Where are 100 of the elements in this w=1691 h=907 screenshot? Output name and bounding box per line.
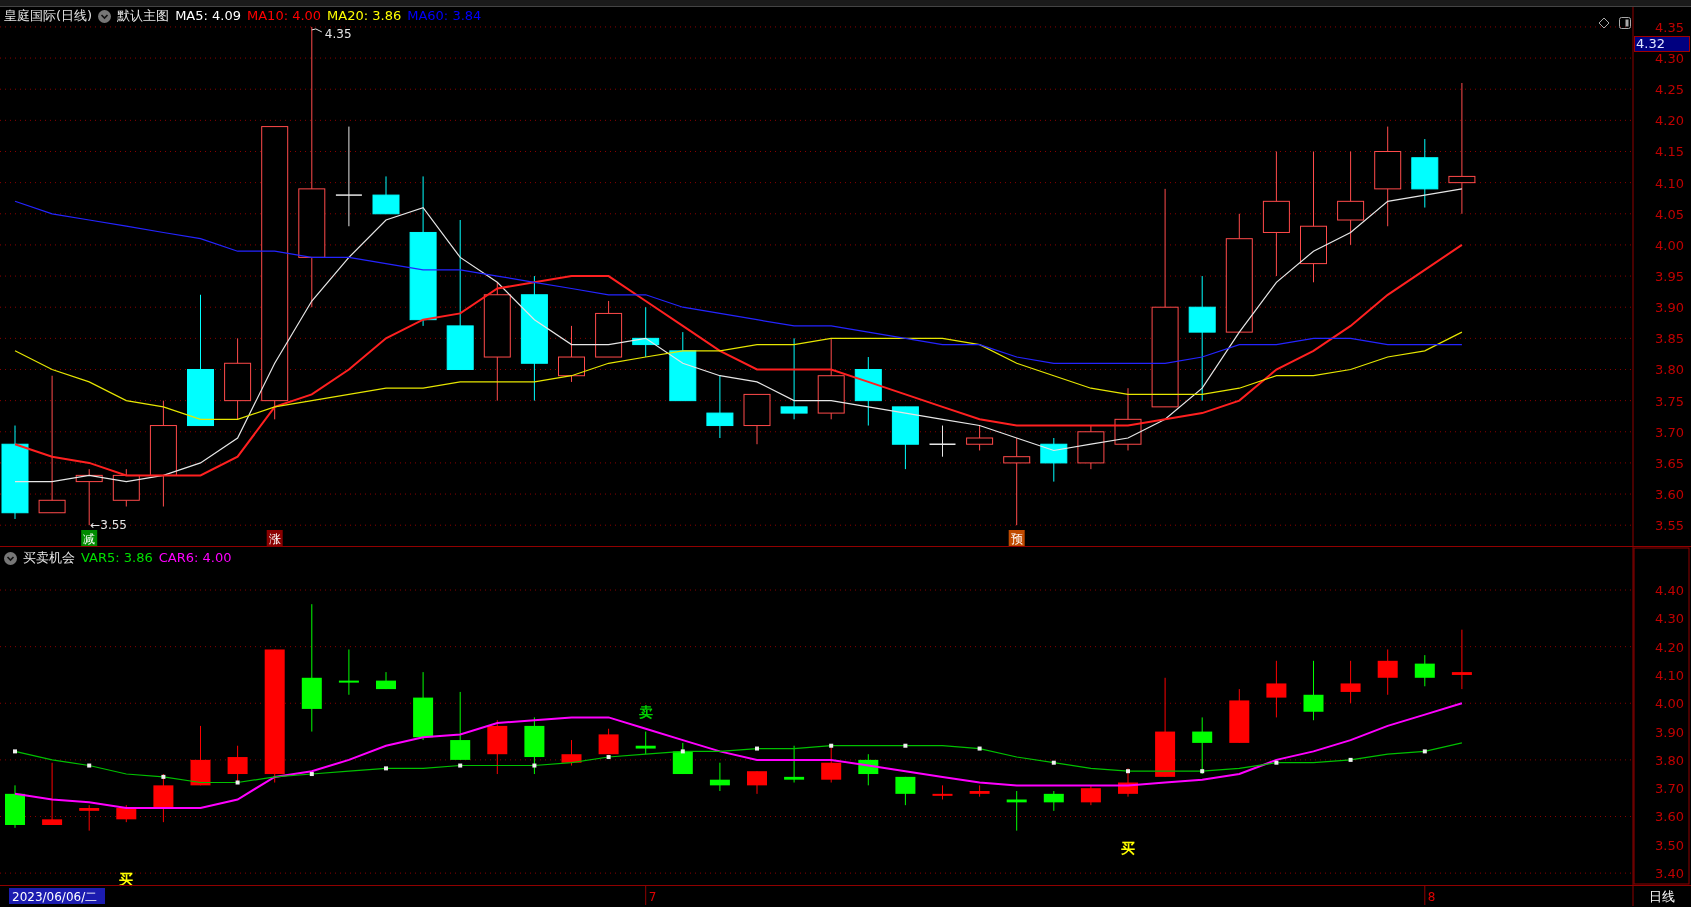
axis-label: 3.75 xyxy=(1655,393,1684,409)
indicator-bar xyxy=(1192,716,1213,775)
axis-label: 4.40 xyxy=(1655,583,1684,599)
indicator-bar xyxy=(747,770,767,795)
indicator-bar xyxy=(598,728,619,755)
candlestick xyxy=(743,393,771,445)
indicator-bar xyxy=(821,745,842,783)
date-label: 2023/06/06/二 xyxy=(9,888,105,904)
candlestick xyxy=(891,406,919,470)
axis-label: 4.05 xyxy=(1655,206,1684,222)
axis-label: 3.60 xyxy=(1655,809,1684,825)
signal-label: 卖 xyxy=(638,703,653,720)
axis-label: 3.70 xyxy=(1655,424,1684,440)
axis-label: 3.60 xyxy=(1655,487,1684,503)
axis-label: 8 xyxy=(1427,890,1436,904)
axis-label: 4.15 xyxy=(1655,144,1684,160)
indicator-bar xyxy=(784,745,805,783)
indicator-bar xyxy=(1043,790,1064,812)
indicator-bar xyxy=(1303,660,1324,721)
axis-label: 4.35 xyxy=(1655,19,1684,35)
axis-label: 4.10 xyxy=(1655,667,1684,683)
candlestick xyxy=(558,325,585,383)
candlestick xyxy=(632,306,660,358)
candlestick xyxy=(112,468,140,507)
indicator-bar xyxy=(487,719,508,775)
price-label: ←3.55 xyxy=(90,518,127,533)
axis-label: 3.85 xyxy=(1655,331,1684,347)
indicator-bar xyxy=(116,804,137,823)
axis-label: 3.55 xyxy=(1655,518,1684,534)
dropdown-icon[interactable] xyxy=(4,551,17,565)
indicator-bar xyxy=(635,731,656,755)
candlestick xyxy=(966,425,994,451)
indicator-bar xyxy=(1451,629,1472,690)
signal-badge: 涨 xyxy=(266,530,283,546)
template-label[interactable]: 默认主图 xyxy=(117,8,170,24)
signal-badge: 减 xyxy=(81,530,98,546)
indicator-bar xyxy=(709,762,730,792)
axis-label: 3.65 xyxy=(1655,455,1684,471)
axis-label: 4.10 xyxy=(1655,175,1684,191)
indicator-bar xyxy=(413,671,434,741)
axis-label: 3.80 xyxy=(1655,752,1684,768)
indicator-value: VAR5: 3.86 xyxy=(81,550,153,566)
indicator-bar xyxy=(895,776,916,806)
indicator-value: MA5: 4.09 xyxy=(175,8,241,24)
signal-label: 买 xyxy=(1121,839,1135,856)
indicator-value: MA60: 3.84 xyxy=(407,8,482,24)
indicator-bar xyxy=(450,691,471,761)
candlestick xyxy=(669,331,697,402)
axis-label: 4.20 xyxy=(1655,113,1684,129)
axis-label: 4.20 xyxy=(1655,639,1684,655)
axis-label: 3.70 xyxy=(1655,781,1684,797)
axis-label: 4.30 xyxy=(1655,51,1684,67)
axis-label: 4.25 xyxy=(1655,82,1684,98)
candlestick xyxy=(706,375,734,439)
indicator-value: MA20: 3.86 xyxy=(327,8,402,24)
panel-toggle-icon[interactable] xyxy=(1619,17,1631,29)
axis-label: 3.90 xyxy=(1655,724,1684,740)
diamond-icon[interactable] xyxy=(1598,17,1610,29)
indicator-bar xyxy=(969,784,990,798)
indicator-bar xyxy=(338,649,359,696)
indicator-bar xyxy=(1080,784,1101,806)
period-label[interactable]: 日线 xyxy=(1649,889,1675,904)
indicator-bar xyxy=(1340,660,1361,704)
indicator-bar xyxy=(1229,688,1250,744)
indicator-bar xyxy=(1414,654,1435,687)
indicator-bar xyxy=(858,753,879,786)
indicator-bar xyxy=(932,784,953,800)
price-tag: 4.32 xyxy=(1634,36,1690,52)
axis-label: 3.80 xyxy=(1655,362,1684,378)
axis-label: 3.40 xyxy=(1655,866,1684,882)
indicator-bar xyxy=(672,742,693,775)
candlestick xyxy=(1114,387,1142,451)
candlestick xyxy=(928,425,957,458)
axis-label: 3.50 xyxy=(1655,837,1684,853)
axis-label: 4.00 xyxy=(1655,696,1684,712)
flag-icon xyxy=(311,28,323,33)
candlestick xyxy=(372,175,400,215)
candlestick xyxy=(854,356,882,427)
indicator-bar xyxy=(227,745,248,783)
indicator-bar xyxy=(153,773,174,823)
signal-label: 买 xyxy=(119,870,134,887)
indicator-bar xyxy=(524,716,545,775)
indicator-bar xyxy=(1266,660,1287,718)
price-label: 4.35 xyxy=(324,26,352,41)
indicator-bar xyxy=(1006,790,1027,832)
indicator-value: CAR6: 4.00 xyxy=(158,550,232,566)
dropdown-icon[interactable] xyxy=(98,9,112,23)
indicator-value: MA10: 4.00 xyxy=(247,8,322,24)
indicator-bar xyxy=(376,671,396,690)
axis-label: 7 xyxy=(648,890,657,904)
chart-title: 皇庭国际(日线) xyxy=(4,8,93,24)
signal-badge: 预 xyxy=(1008,530,1025,546)
indicator-bar xyxy=(79,804,100,832)
indicator-bar xyxy=(42,762,63,826)
indicator-bar xyxy=(561,739,582,767)
axis-label: 3.95 xyxy=(1655,269,1684,285)
axis-label: 4.00 xyxy=(1655,237,1684,253)
chart-title: 买卖机会 xyxy=(23,550,75,566)
indicator-bar xyxy=(5,784,25,829)
candlestick xyxy=(1040,437,1068,483)
